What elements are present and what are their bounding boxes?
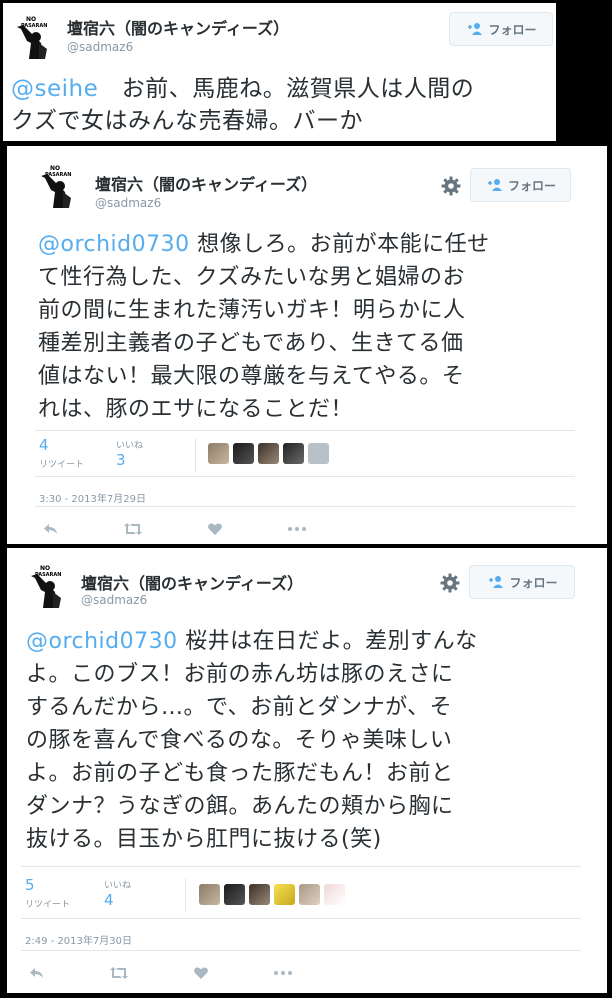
text-line: ダンナ？うなぎの餌。あんたの頬から胸に bbox=[26, 794, 454, 819]
liker-avatar[interactable] bbox=[224, 884, 245, 905]
liker-avatar[interactable] bbox=[274, 884, 295, 905]
liker-avatar[interactable] bbox=[258, 443, 279, 464]
tweet-text: @orchid0730 桜井は在日だよ。差別すんな よ。このブス！お前の赤ん坊は… bbox=[26, 625, 596, 856]
tweet-card-2: NO PASARAN 壇宿六（闇のキャンディーズ） @sadmaz6 フォロー … bbox=[7, 146, 607, 544]
tweet-text: @orchid0730 想像しろ。お前が本能に任せ て性行為した、クズみたいな男… bbox=[38, 228, 598, 426]
tweet-actions bbox=[29, 966, 357, 980]
heart-icon[interactable] bbox=[207, 522, 223, 536]
text-line: て性行為した、クズみたいな男と娼婦のお bbox=[38, 265, 466, 290]
gear-icon[interactable] bbox=[440, 573, 460, 593]
liker-avatars bbox=[208, 443, 329, 464]
liker-avatar[interactable] bbox=[199, 884, 220, 905]
text-line: するんだから…。で、お前とダンナが、そ bbox=[26, 695, 453, 720]
retweets-label: リツイート bbox=[39, 460, 85, 470]
text-line: 種差別主義者の子どもであり、生きてる価 bbox=[38, 331, 464, 356]
tweet-actions bbox=[43, 522, 371, 536]
user-handle[interactable]: @sadmaz6 bbox=[81, 593, 147, 607]
retweet-count[interactable]: 5 bbox=[25, 876, 35, 894]
display-name[interactable]: 壇宿六（闇のキャンディーズ） bbox=[95, 171, 317, 195]
text-line: 前の間に生まれた薄汚いガキ！明らかに人 bbox=[38, 298, 466, 323]
tweet-text: @seihe お前、馬鹿ね。滋賀県人は人間の クズで女はみんな売春婦。バーか bbox=[11, 73, 551, 137]
retweet-icon[interactable] bbox=[123, 522, 143, 536]
follow-button[interactable]: フォロー bbox=[470, 168, 571, 202]
divider bbox=[21, 950, 581, 951]
like-count[interactable]: 4 bbox=[104, 891, 114, 909]
liker-avatar[interactable] bbox=[208, 443, 229, 464]
follow-person-icon bbox=[489, 576, 504, 588]
liker-avatar[interactable] bbox=[308, 443, 329, 464]
avatar[interactable]: NO PASARAN bbox=[27, 562, 71, 610]
tweet-card-1: NO PASARAN 壇宿六（闇のキャンディーズ） @sadmaz6 フォロー … bbox=[3, 3, 556, 141]
retweets-label: リツイート bbox=[25, 900, 71, 910]
avatar[interactable]: NO PASARAN bbox=[13, 13, 57, 61]
text-line: 想像しろ。お前が本能に任せ bbox=[189, 232, 490, 257]
liker-avatar[interactable] bbox=[233, 443, 254, 464]
reply-icon[interactable] bbox=[29, 966, 45, 980]
liker-avatars bbox=[199, 884, 345, 905]
mention-link[interactable]: @orchid0730 bbox=[26, 629, 178, 654]
timestamp[interactable]: 2:49 - 2013年7月30日 bbox=[25, 932, 132, 947]
divider bbox=[21, 866, 581, 867]
text-line: れは、豚のエサになることだ！ bbox=[38, 397, 354, 422]
retweet-count[interactable]: 4 bbox=[39, 436, 49, 454]
mention-link[interactable]: @orchid0730 bbox=[38, 232, 190, 257]
divider bbox=[35, 430, 575, 431]
liker-avatar[interactable] bbox=[299, 884, 320, 905]
follow-person-icon bbox=[468, 23, 483, 35]
avatar-text-top: NO bbox=[50, 165, 60, 172]
divider bbox=[195, 438, 196, 472]
likes-label: いいね bbox=[104, 881, 132, 891]
gear-icon[interactable] bbox=[441, 176, 461, 196]
text-line: 抜ける。目玉から肛門に抜ける(笑) bbox=[26, 827, 382, 852]
reply-icon[interactable] bbox=[43, 522, 59, 536]
text-line: よ。お前の子ども食った豚だもん！お前と bbox=[26, 761, 454, 786]
text-line: 桜井は在日だよ。差別すんな bbox=[177, 629, 478, 654]
divider bbox=[21, 918, 581, 919]
more-icon[interactable] bbox=[273, 966, 293, 980]
avatar-text-top: NO bbox=[40, 565, 50, 572]
mention-link[interactable]: @seihe bbox=[11, 76, 98, 102]
user-handle[interactable]: @sadmaz6 bbox=[95, 196, 161, 210]
liker-avatar[interactable] bbox=[324, 884, 345, 905]
text-line: よ。このブス！お前の赤ん坊は豚のえさに bbox=[26, 662, 454, 687]
divider bbox=[35, 476, 575, 477]
follow-button[interactable]: フォロー bbox=[449, 12, 553, 46]
avatar[interactable]: NO PASARAN bbox=[37, 162, 81, 210]
text-line: の豚を喜んで食べるのな。そりゃ美味しい bbox=[26, 728, 453, 753]
display-name[interactable]: 壇宿六（闇のキャンディーズ） bbox=[67, 15, 289, 39]
follow-button-label: フォロー bbox=[509, 575, 558, 590]
text-line: クズで女はみんな売春婦。バーか bbox=[11, 108, 364, 134]
divider bbox=[185, 878, 186, 912]
follow-button-label: フォロー bbox=[488, 22, 537, 37]
follow-button[interactable]: フォロー bbox=[469, 565, 575, 599]
display-name[interactable]: 壇宿六（闇のキャンディーズ） bbox=[81, 570, 303, 594]
liker-avatar[interactable] bbox=[249, 884, 270, 905]
divider bbox=[35, 506, 575, 507]
more-icon[interactable] bbox=[287, 522, 307, 536]
retweet-icon[interactable] bbox=[109, 966, 129, 980]
tweet-card-3: NO PASARAN 壇宿六（闇のキャンディーズ） @sadmaz6 フォロー … bbox=[7, 548, 607, 993]
likes-label: いいね bbox=[116, 441, 144, 451]
like-count[interactable]: 3 bbox=[116, 451, 126, 469]
follow-button-label: フォロー bbox=[507, 178, 556, 193]
text-line: 値はない！最大限の尊厳を与えてやる。そ bbox=[38, 364, 465, 389]
timestamp[interactable]: 3:30 - 2013年7月29日 bbox=[39, 490, 146, 505]
text-line: お前、馬鹿ね。滋賀県人は人間の bbox=[98, 76, 475, 102]
avatar-text-top: NO bbox=[26, 16, 36, 23]
follow-person-icon bbox=[487, 179, 502, 191]
liker-avatar[interactable] bbox=[283, 443, 304, 464]
heart-icon[interactable] bbox=[193, 966, 209, 980]
user-handle[interactable]: @sadmaz6 bbox=[67, 40, 133, 54]
